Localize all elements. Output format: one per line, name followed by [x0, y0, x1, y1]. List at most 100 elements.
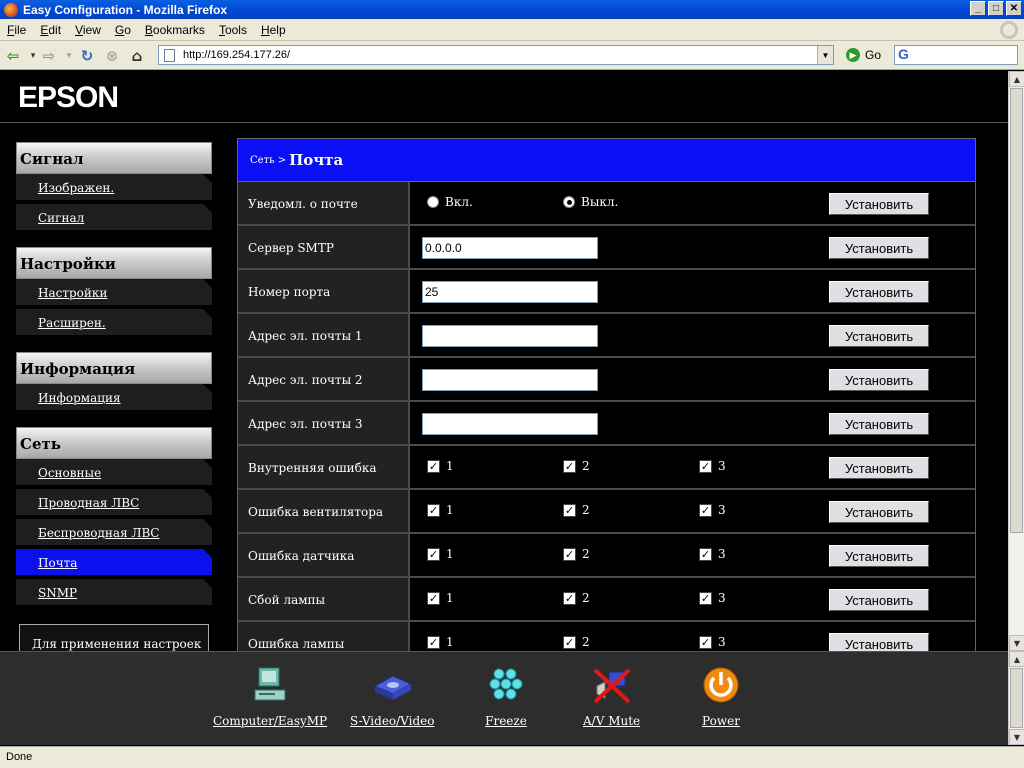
checkbox-3[interactable]: ✓ 3 [699, 459, 726, 473]
email-1-input[interactable] [422, 325, 598, 347]
checkbox-2[interactable]: ✓ 2 [563, 547, 590, 561]
row-port-number: Номер порта Установить [238, 270, 975, 314]
scroll-up-icon[interactable]: ▲ [1009, 651, 1024, 667]
checkbox-checked[interactable]: ✓ [563, 635, 576, 649]
control-computer[interactable]: Computer/EasyMP [213, 664, 327, 728]
set-button[interactable]: Установить [829, 501, 929, 523]
checkbox-checked[interactable]: ✓ [699, 503, 712, 517]
control-freeze[interactable]: Freeze [485, 664, 527, 728]
go-label: Go [865, 48, 882, 62]
checkbox-checked[interactable]: ✓ [699, 635, 712, 649]
checkbox-checked[interactable]: ✓ [699, 547, 712, 561]
row-email-3: Адрес эл. почты 3 Установить [238, 402, 975, 446]
breadcrumb[interactable]: Сеть > [250, 155, 286, 166]
checkbox-1[interactable]: ✓ 1 [427, 503, 454, 517]
menu-view[interactable]: View [68, 23, 108, 37]
set-button[interactable]: Установить [829, 633, 929, 651]
checkbox-3[interactable]: ✓ 3 [699, 547, 726, 561]
checkbox-checked[interactable]: ✓ [427, 635, 440, 649]
checkbox-1[interactable]: ✓ 1 [427, 459, 454, 473]
radio-off[interactable]: Выкл. [563, 195, 618, 209]
checkbox-2[interactable]: ✓ 2 [563, 459, 590, 473]
checkbox-checked[interactable]: ✓ [427, 459, 440, 473]
control-power[interactable]: Power [700, 664, 742, 728]
sidebar-item-advanced[interactable]: Расширен. [16, 309, 212, 337]
sidebar-item-basic[interactable]: Основные [16, 459, 212, 487]
maximize-button[interactable]: □ [988, 1, 1004, 16]
scroll-up-icon[interactable]: ▲ [1009, 71, 1024, 87]
go-button[interactable]: ▶ Go [846, 48, 881, 62]
sidebar-item-image[interactable]: Изображен. [16, 174, 212, 202]
menu-tools[interactable]: Tools [212, 23, 254, 37]
checkbox-checked[interactable]: ✓ [699, 591, 712, 605]
menu-go[interactable]: Go [108, 23, 138, 37]
checkbox-3[interactable]: ✓ 3 [699, 591, 726, 605]
window-title: Easy Configuration - Mozilla Firefox [23, 2, 228, 17]
forward-icon[interactable]: ⇨ [40, 47, 58, 65]
set-button[interactable]: Установить [829, 589, 929, 611]
checkbox-checked[interactable]: ✓ [427, 591, 440, 605]
header-divider [0, 122, 1008, 123]
checkbox-2[interactable]: ✓ 2 [563, 503, 590, 517]
checkbox-2[interactable]: ✓ 2 [563, 591, 590, 605]
checkbox-checked[interactable]: ✓ [563, 459, 576, 473]
search-input[interactable]: G [894, 45, 1018, 65]
menu-file[interactable]: File [0, 23, 33, 37]
controls-scrollbar[interactable]: ▲ ▼ [1008, 651, 1024, 745]
smtp-server-input[interactable] [422, 237, 598, 259]
sidebar-item-snmp[interactable]: SNMP [16, 579, 212, 607]
radio-circle-selected[interactable] [563, 196, 575, 208]
set-button[interactable]: Установить [829, 457, 929, 479]
checkbox-checked[interactable]: ✓ [699, 459, 712, 473]
address-bar[interactable]: http://169.254.177.26/ ▼ [158, 45, 834, 65]
set-button[interactable]: Установить [829, 545, 929, 567]
sidebar-item-wireless-lan[interactable]: Беспроводная ЛВС [16, 519, 212, 547]
control-svideo[interactable]: S-Video/Video [350, 664, 435, 728]
set-button[interactable]: Установить [829, 193, 929, 215]
checkbox-1[interactable]: ✓ 1 [427, 635, 454, 649]
checkbox-checked[interactable]: ✓ [427, 503, 440, 517]
email-2-input[interactable] [422, 369, 598, 391]
page-icon [164, 49, 175, 62]
scroll-down-icon[interactable]: ▼ [1009, 729, 1024, 745]
scroll-thumb[interactable] [1010, 88, 1023, 533]
set-button[interactable]: Установить [829, 325, 929, 347]
close-button[interactable]: ✕ [1006, 1, 1022, 16]
radio-circle[interactable] [427, 196, 439, 208]
sidebar-item-wired-lan[interactable]: Проводная ЛВС [16, 489, 212, 517]
scroll-down-icon[interactable]: ▼ [1009, 635, 1024, 651]
set-button[interactable]: Установить [829, 237, 929, 259]
minimize-button[interactable]: _ [970, 1, 986, 16]
menu-bookmarks[interactable]: Bookmarks [138, 23, 212, 37]
sidebar-item-info[interactable]: Информация [16, 384, 212, 412]
checkbox-checked[interactable]: ✓ [563, 547, 576, 561]
set-button[interactable]: Установить [829, 413, 929, 435]
set-button[interactable]: Установить [829, 281, 929, 303]
content-scrollbar[interactable]: ▲ ▼ [1008, 71, 1024, 651]
port-number-input[interactable] [422, 281, 598, 303]
back-icon[interactable]: ⇦ [4, 47, 22, 65]
checkbox-checked[interactable]: ✓ [563, 591, 576, 605]
checkbox-checked[interactable]: ✓ [427, 547, 440, 561]
checkbox-2[interactable]: ✓ 2 [563, 635, 590, 649]
checkbox-3[interactable]: ✓ 3 [699, 503, 726, 517]
menu-help[interactable]: Help [254, 23, 293, 37]
control-av-mute[interactable]: A/V Mute [583, 664, 640, 728]
reload-icon[interactable]: ↻ [78, 47, 96, 65]
radio-on[interactable]: Вкл. [427, 195, 473, 209]
checkbox-checked[interactable]: ✓ [563, 503, 576, 517]
address-dropdown-icon[interactable]: ▼ [817, 46, 833, 64]
sidebar-item-signal[interactable]: Сигнал [16, 204, 212, 232]
sidebar-item-settings[interactable]: Настройки [16, 279, 212, 307]
sidebar-item-mail[interactable]: Почта [16, 549, 212, 577]
stop-icon[interactable]: ⊗ [103, 47, 121, 65]
scroll-thumb[interactable] [1010, 668, 1023, 728]
checkbox-1[interactable]: ✓ 1 [427, 547, 454, 561]
email-3-input[interactable] [422, 413, 598, 435]
forward-dropdown-icon[interactable]: ▾ [60, 47, 78, 65]
set-button[interactable]: Установить [829, 369, 929, 391]
menu-edit[interactable]: Edit [33, 23, 68, 37]
checkbox-1[interactable]: ✓ 1 [427, 591, 454, 605]
checkbox-3[interactable]: ✓ 3 [699, 635, 726, 649]
home-icon[interactable]: ⌂ [128, 47, 146, 65]
